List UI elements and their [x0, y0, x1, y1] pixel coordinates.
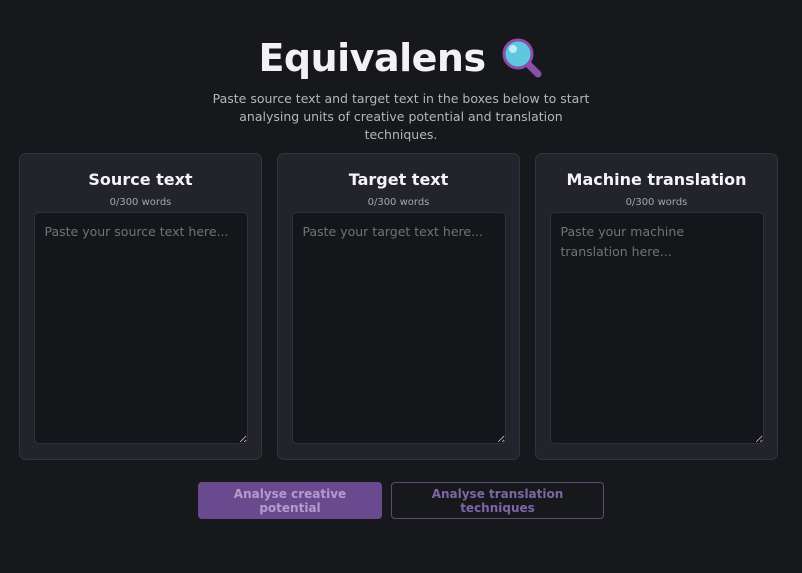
target-text-input[interactable] — [291, 212, 506, 444]
action-buttons: Analyse creative potential Analyse trans… — [0, 482, 802, 519]
title-row: Equivalens — [0, 34, 802, 82]
source-text-panel: Source text 0/300 words — [19, 153, 262, 460]
machine-translation-panel: Machine translation 0/300 words — [535, 153, 778, 460]
analyse-translation-techniques-button[interactable]: Analyse translation techniques — [391, 482, 604, 519]
machine-translation-input[interactable] — [549, 212, 764, 444]
panel-title: Target text — [348, 170, 449, 189]
word-counter: 0/300 words — [367, 197, 430, 208]
target-text-panel: Target text 0/300 words — [277, 153, 520, 460]
analyse-creative-potential-button[interactable]: Analyse creative potential — [198, 482, 382, 519]
page-title: Equivalens — [258, 36, 486, 80]
source-text-input[interactable] — [33, 212, 248, 444]
panel-title: Source text — [88, 170, 193, 189]
word-counter: 0/300 words — [109, 197, 172, 208]
page-subtitle: Paste source text and target text in the… — [212, 91, 590, 142]
text-panels: Source text 0/300 words Target text 0/30… — [19, 153, 783, 460]
word-counter: 0/300 words — [625, 197, 688, 208]
page-header: Equivalens Paste source text and target … — [0, 34, 802, 144]
magnifying-glass-icon — [502, 38, 542, 78]
panel-title: Machine translation — [566, 170, 747, 189]
